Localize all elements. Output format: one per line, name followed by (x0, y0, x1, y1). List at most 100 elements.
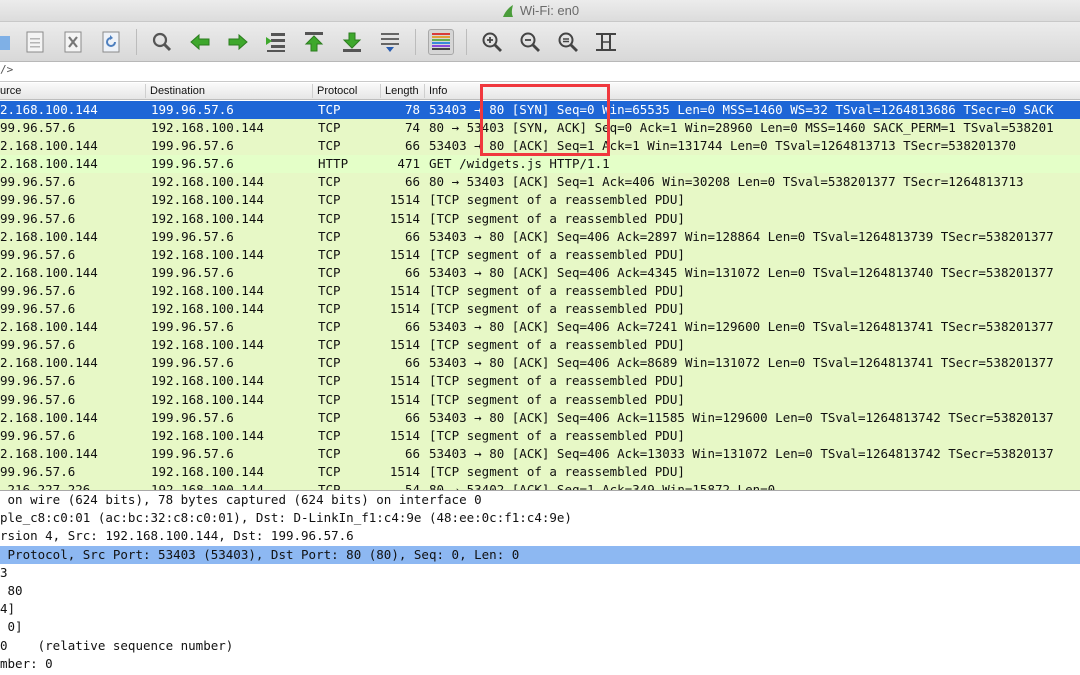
colorize-icon[interactable] (428, 28, 454, 55)
detail-ip-line[interactable]: rsion 4, Src: 192.168.100.144, Dst: 199.… (0, 527, 1080, 545)
packet-row[interactable]: 2.168.100.144 199.96.57.6 TCP 66 53403 → 80 … (0, 227, 1080, 246)
packet-info: GET /widgets.js HTTP/1.1 (429, 156, 610, 172)
packet-protocol: TCP (318, 301, 341, 317)
first-packet-icon[interactable] (301, 29, 327, 55)
packet-destination: 199.96.57.6 (151, 138, 234, 154)
packet-destination: 192.168.100.144 (151, 391, 264, 407)
resize-columns-icon[interactable] (593, 29, 619, 55)
packet-source: 99.96.57.6 (0, 301, 76, 317)
detail-ethernet-line[interactable]: ple_c8:c0:01 (ac:bc:32:c8:c0:01), Dst: D… (0, 509, 1080, 527)
packet-length: 66 (404, 228, 420, 244)
packet-length: 66 (404, 138, 420, 154)
packet-length: 66 (404, 355, 420, 371)
file-icon[interactable] (0, 29, 10, 55)
packet-row[interactable]: 99.96.57.6 192.168.100.144 TCP 1514 [TCP seg… (0, 426, 1080, 445)
packet-row[interactable]: 2.168.100.144 199.96.57.6 TCP 66 53403 → 80 … (0, 354, 1080, 373)
detail-src-port-line[interactable]: 3 (0, 564, 1080, 582)
packet-source: 99.96.57.6 (0, 282, 76, 298)
packet-row[interactable]: 99.96.57.6 192.168.100.144 TCP 1514 [TCP seg… (0, 300, 1080, 319)
packet-protocol: TCP (318, 102, 341, 117)
detail-seq-number-line[interactable]: 0 (relative sequence number) (0, 637, 1080, 655)
packet-info: 80 → 53403 [ACK] Seq=1 Ack=406 Win=30208… (429, 174, 1024, 190)
packet-info: 53403 → 80 [ACK] Seq=406 Ack=13033 Win=1… (429, 445, 1054, 461)
packet-length: 1514 (389, 210, 420, 226)
forward-icon[interactable] (225, 29, 251, 55)
packet-row[interactable]: 2.168.100.144 199.96.57.6 HTTP 471 GET /widg… (0, 155, 1080, 174)
packet-row[interactable]: 2.168.100.144 199.96.57.6 TCP 66 53403 → 80 … (0, 137, 1080, 156)
zoom-in-icon[interactable] (479, 29, 505, 55)
packet-destination: 192.168.100.144 (151, 120, 264, 136)
packet-info: [TCP segment of a reassembled PDU] (429, 337, 685, 353)
packet-length: 1514 (389, 427, 420, 443)
packet-source: 99.96.57.6 (0, 337, 76, 353)
packet-info: [TCP segment of a reassembled PDU] (429, 373, 685, 389)
column-length[interactable]: Length (385, 85, 419, 97)
packet-row[interactable]: 99.96.57.6 192.168.100.144 TCP 1514 [TCP seg… (0, 336, 1080, 355)
autoscroll-icon[interactable] (377, 29, 403, 55)
detail-tcp-line[interactable]: Protocol, Src Port: 53403 (53403), Dst P… (0, 545, 1080, 564)
zoom-out-icon[interactable] (517, 29, 543, 55)
packet-protocol: TCP (318, 427, 341, 443)
find-icon[interactable] (149, 29, 175, 55)
packet-length: 1514 (389, 246, 420, 262)
packet-info: 53403 → 80 [ACK] Seq=406 Ack=4345 Win=13… (429, 264, 1054, 280)
detail-stream-index-line[interactable]: 4] (0, 600, 1080, 618)
column-divider[interactable] (380, 84, 381, 98)
toolbar-separator (136, 28, 137, 55)
packet-list: urce Destination Protocol Length Info 2.… (0, 83, 1080, 490)
packet-source: 99.96.57.6 (0, 463, 76, 479)
packet-protocol: TCP (318, 463, 341, 479)
packet-protocol: TCP (318, 337, 341, 353)
packet-length: 66 (404, 319, 420, 335)
packet-row[interactable]: 2.168.100.144 199.96.57.6 TCP 66 53403 → 80 … (0, 318, 1080, 337)
packet-row[interactable]: 99.96.57.6 192.168.100.144 TCP 1514 [TCP seg… (0, 281, 1080, 301)
reload-icon[interactable] (98, 29, 124, 55)
last-packet-icon[interactable] (339, 29, 365, 55)
column-divider[interactable] (145, 84, 146, 98)
column-divider[interactable] (312, 84, 313, 98)
close-file-icon[interactable] (60, 29, 86, 55)
packet-row[interactable]: 2.168.100.144 199.96.57.6 TCP 66 53403 → 80 … (0, 263, 1080, 282)
packet-destination: 192.168.100.144 (151, 282, 264, 298)
packet-protocol: TCP (318, 391, 341, 407)
normal-size-icon[interactable] (555, 29, 581, 55)
back-icon[interactable] (187, 29, 213, 55)
packet-length: 1514 (389, 463, 420, 479)
packet-row[interactable]: 99.96.57.6 192.168.100.144 TCP 1514 [TCP seg… (0, 245, 1080, 264)
go-to-packet-icon[interactable] (263, 29, 289, 55)
packet-destination: 192.168.100.144 (151, 174, 264, 190)
packet-destination: 199.96.57.6 (151, 319, 234, 335)
packet-row[interactable]: 2.168.100.144 199.96.57.6 TCP 78 53403 → 80 … (0, 101, 1080, 120)
packet-row[interactable]: 99.96.57.6 192.168.100.144 TCP 1514 [TCP seg… (0, 191, 1080, 210)
detail-segment-len-line[interactable]: 0] (0, 618, 1080, 636)
detail-dst-port-line[interactable]: 80 (0, 582, 1080, 600)
packet-row[interactable]: 99.96.57.6 192.168.100.144 TCP 1514 [TCP seg… (0, 372, 1080, 391)
detail-frame-line[interactable]: on wire (624 bits), 78 bytes captured (6… (0, 491, 1080, 509)
packet-row[interactable]: 2.168.100.144 199.96.57.6 TCP 66 53403 → 80 … (0, 444, 1080, 463)
packet-row[interactable]: 99.96.57.6 192.168.100.144 TCP 74 80 → 53403… (0, 119, 1080, 138)
packet-row[interactable]: 99.96.57.6 192.168.100.144 TCP 1514 [TCP seg… (0, 462, 1080, 481)
packet-row[interactable]: 99.96.57.6 192.168.100.144 TCP 66 80 → 53403… (0, 173, 1080, 192)
packet-destination: 199.96.57.6 (151, 264, 234, 280)
column-info[interactable]: Info (429, 85, 447, 97)
packet-row[interactable]: 99.96.57.6 192.168.100.144 TCP 1514 [TCP seg… (0, 390, 1080, 409)
packet-info: [TCP segment of a reassembled PDU] (429, 246, 685, 262)
packet-row[interactable]: 2.168.100.144 199.96.57.6 TCP 66 53403 → 80 … (0, 408, 1080, 427)
packet-length: 54 (404, 481, 420, 490)
packet-source: 99.96.57.6 (0, 373, 76, 389)
column-divider[interactable] (424, 84, 425, 98)
display-filter-input[interactable]: /> (0, 63, 13, 76)
column-source[interactable]: urce (0, 85, 21, 97)
detail-ack-number-line[interactable]: mber: 0 (0, 655, 1080, 673)
display-filter-bar[interactable]: /> (0, 62, 1080, 82)
column-protocol[interactable]: Protocol (317, 85, 357, 97)
packet-protocol: TCP (318, 355, 341, 371)
packet-source: 2.168.100.144 (0, 138, 98, 154)
packet-info: 53403 → 80 [ACK] Seq=406 Ack=7241 Win=12… (429, 319, 1054, 335)
packet-length: 66 (404, 445, 420, 461)
column-destination[interactable]: Destination (150, 85, 205, 97)
file-icon[interactable] (22, 29, 48, 55)
packet-row[interactable]: .216.227.226 192.168.100.144 TCP 54 80 → 534… (0, 480, 1080, 490)
packet-length: 66 (404, 409, 420, 425)
packet-row[interactable]: 99.96.57.6 192.168.100.144 TCP 1514 [TCP seg… (0, 209, 1080, 228)
